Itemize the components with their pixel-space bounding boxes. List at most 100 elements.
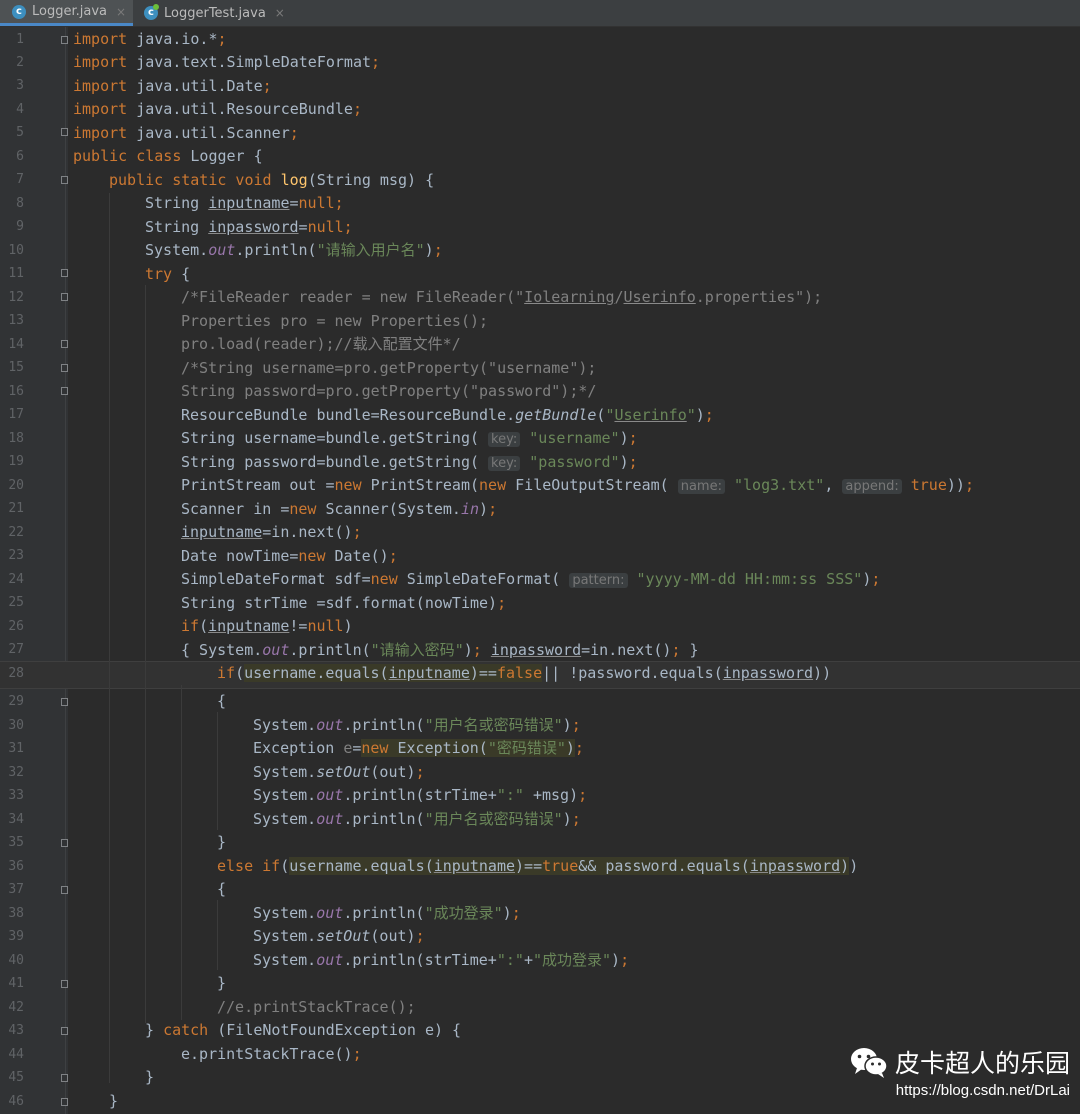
code-line: String strTime =sdf.format(nowTime); xyxy=(181,594,507,612)
code-line: { xyxy=(217,880,227,898)
code-line: System.setOut(out); xyxy=(253,763,425,781)
code-line: import java.util.ResourceBundle; xyxy=(73,100,362,118)
close-icon[interactable]: × xyxy=(116,5,126,19)
line-number: 1 xyxy=(16,32,24,47)
code-line: System.out.println("用户名或密码错误"); xyxy=(253,810,581,828)
line-number: 9 xyxy=(16,219,24,234)
code-line: Exception e=new Exception("密码错误"); xyxy=(253,739,584,757)
close-icon[interactable]: × xyxy=(275,6,285,20)
line-number: 29 xyxy=(8,694,24,709)
tab-label: LoggerTest.java xyxy=(164,5,266,21)
fold-marker-icon[interactable] xyxy=(61,698,68,706)
code-line: System.setOut(out); xyxy=(253,927,425,945)
code-line: Scanner in =new Scanner(System.in); xyxy=(181,500,498,518)
line-number: 2 xyxy=(16,55,24,70)
line-number: 14 xyxy=(8,337,24,352)
code-line: /*FileReader reader = new FileReader("Io… xyxy=(181,288,823,306)
line-number: 27 xyxy=(8,642,24,657)
line-number: 44 xyxy=(8,1047,24,1062)
line-number: 39 xyxy=(8,929,24,944)
code-line: String password=pro.getProperty("passwor… xyxy=(181,382,597,400)
line-number: 34 xyxy=(8,812,24,827)
line-number-gutter xyxy=(0,27,68,1114)
fold-marker-icon[interactable] xyxy=(61,980,68,988)
fold-marker-icon[interactable] xyxy=(61,364,68,372)
line-number: 46 xyxy=(8,1094,24,1109)
code-line: if(username.equals(inputname)==false|| !… xyxy=(217,664,832,682)
line-number: 30 xyxy=(8,718,24,733)
java-class-icon: c xyxy=(144,4,159,20)
line-number: 11 xyxy=(8,266,24,281)
code-line: String inpassword=null; xyxy=(145,218,353,236)
line-number: 33 xyxy=(8,788,24,803)
fold-marker-icon[interactable] xyxy=(61,176,68,184)
tab-logger-java[interactable]: c Logger.java × xyxy=(0,0,133,26)
watermark: 皮卡超人的乐园 https://blog.csdn.net/DrLai xyxy=(849,1044,1070,1099)
code-line: } xyxy=(145,1068,155,1086)
line-number: 8 xyxy=(16,196,24,211)
fold-marker-icon[interactable] xyxy=(61,269,68,277)
line-number: 26 xyxy=(8,619,24,634)
code-line: System.out.println(strTime+":" +msg); xyxy=(253,786,588,804)
code-line: import java.text.SimpleDateFormat; xyxy=(73,53,381,71)
code-line: } xyxy=(109,1092,119,1110)
line-number: 24 xyxy=(8,572,24,587)
fold-marker-icon[interactable] xyxy=(61,1074,68,1082)
line-number: 3 xyxy=(16,78,24,93)
line-number: 25 xyxy=(8,595,24,610)
code-line: String username=bundle.getString( key: "… xyxy=(181,429,638,447)
code-line: } catch (FileNotFoundException e) { xyxy=(145,1021,462,1039)
code-line: Date nowTime=new Date(); xyxy=(181,547,398,565)
line-number: 5 xyxy=(16,125,24,140)
line-number: 37 xyxy=(8,882,24,897)
line-number: 6 xyxy=(16,149,24,164)
code-line: import java.io.*; xyxy=(73,30,227,48)
line-number: 21 xyxy=(8,501,24,516)
code-line: import java.util.Scanner; xyxy=(73,124,299,142)
fold-marker-icon[interactable] xyxy=(61,839,68,847)
code-line: } xyxy=(217,833,227,851)
fold-marker-icon[interactable] xyxy=(61,293,68,301)
watermark-url: https://blog.csdn.net/DrLai xyxy=(895,1082,1070,1099)
code-line: inputname=in.next(); xyxy=(181,523,362,541)
fold-marker-icon[interactable] xyxy=(61,128,68,136)
line-number: 35 xyxy=(8,835,24,850)
line-number: 41 xyxy=(8,976,24,991)
wechat-icon xyxy=(850,1048,888,1078)
code-line: else if(username.equals(inputname)==true… xyxy=(217,857,859,875)
line-number: 7 xyxy=(16,172,24,187)
code-line: System.out.println("用户名或密码错误"); xyxy=(253,716,581,734)
java-class-icon: c xyxy=(12,4,26,19)
code-line: //e.printStackTrace(); xyxy=(217,998,416,1016)
line-number: 43 xyxy=(8,1023,24,1038)
line-number: 17 xyxy=(8,407,24,422)
line-number: 18 xyxy=(8,431,24,446)
watermark-title: 皮卡超人的乐园 xyxy=(894,1049,1070,1078)
fold-marker-icon[interactable] xyxy=(61,387,68,395)
fold-marker-icon[interactable] xyxy=(61,1098,68,1106)
code-line: System.out.println("成功登录"); xyxy=(253,904,521,922)
code-line: String inputname=null; xyxy=(145,194,344,212)
tab-loggertest-java[interactable]: c LoggerTest.java × xyxy=(136,0,286,26)
line-number: 32 xyxy=(8,765,24,780)
code-line: public class Logger { xyxy=(73,147,263,165)
fold-marker-icon[interactable] xyxy=(61,36,68,44)
fold-marker-icon[interactable] xyxy=(61,1027,68,1035)
code-line: public static void log(String msg) { xyxy=(109,171,435,189)
code-line: Properties pro = new Properties(); xyxy=(181,312,489,330)
line-number: 28 xyxy=(8,666,24,681)
line-number: 38 xyxy=(8,906,24,921)
code-line: if(inputname!=null) xyxy=(181,617,353,635)
line-number: 22 xyxy=(8,525,24,540)
code-line: System.out.println("请输入用户名"); xyxy=(145,241,443,259)
code-line: pro.load(reader);//载入配置文件*/ xyxy=(181,335,461,353)
code-line: { System.out.println("请输入密码"); inpasswor… xyxy=(181,641,699,659)
fold-marker-icon[interactable] xyxy=(61,886,68,894)
fold-marker-icon[interactable] xyxy=(61,340,68,348)
line-number: 13 xyxy=(8,313,24,328)
line-number: 40 xyxy=(8,953,24,968)
editor-tab-bar: c Logger.java × c LoggerTest.java × xyxy=(0,0,1080,27)
code-line: try { xyxy=(145,265,191,283)
code-line: e.printStackTrace(); xyxy=(181,1045,362,1063)
code-line: String password=bundle.getString( key: "… xyxy=(181,453,638,471)
